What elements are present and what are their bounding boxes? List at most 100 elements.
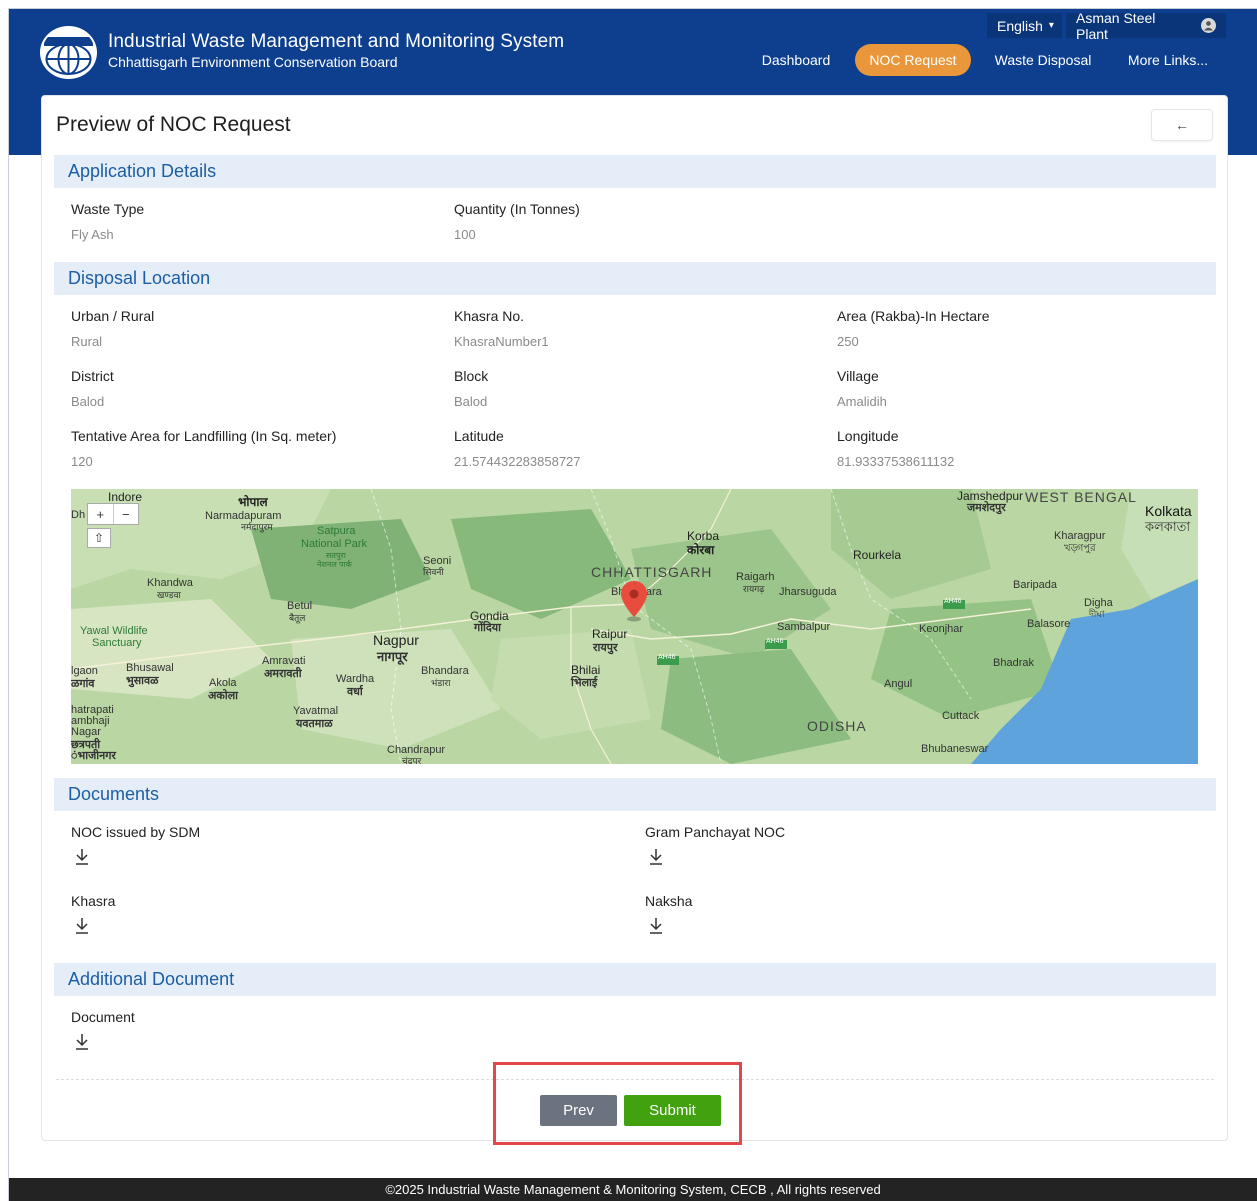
- map-label-gondia-hi: गोंदिया: [474, 622, 501, 634]
- map-label-indore: Indore: [108, 490, 143, 504]
- map-label-ah46-a: AH46: [658, 654, 676, 661]
- map-label-chhattisgarh: CHHATTISGARH: [591, 564, 713, 580]
- section-heading: Additional Document: [68, 969, 235, 989]
- tentative-area-value: 120: [71, 454, 93, 469]
- prev-button[interactable]: Prev: [540, 1095, 617, 1126]
- arrow-left-icon: ←: [1175, 117, 1189, 133]
- map-label-bhusawal-hi: भुसावळ: [126, 675, 159, 687]
- app-title: Industrial Waste Management and Monitori…: [108, 31, 565, 52]
- map-label-jalgaon-hi: ळगांव: [71, 678, 95, 690]
- map-label-satpura: Satpura: [317, 525, 356, 537]
- khasra-value: KhasraNumber1: [454, 334, 549, 349]
- reset-north-button[interactable]: ⇧: [87, 528, 111, 548]
- nav-dashboard[interactable]: Dashboard: [749, 44, 843, 76]
- download-icon[interactable]: [648, 917, 664, 935]
- map-label-rourkela: Rourkela: [853, 548, 902, 562]
- map-label-balasore: Balasore: [1027, 618, 1071, 630]
- map-label-kolkata-bn: কলকাতা: [1145, 519, 1191, 534]
- latitude-label: Latitude: [454, 428, 504, 444]
- map-label-khandwa-hi: खण्डवा: [157, 590, 181, 600]
- khasra-label: Khasra No.: [454, 308, 525, 324]
- map-label-akola-hi: अकोला: [208, 690, 239, 702]
- map-label-bhilai-hi: भिलाई: [571, 677, 598, 689]
- section-heading: Application Details: [68, 161, 217, 181]
- download-icon[interactable]: [74, 917, 90, 935]
- map-label-amravati-hi: अमरावती: [264, 668, 302, 680]
- cecb-logo: [40, 26, 97, 79]
- doc-label-document: Document: [71, 1009, 135, 1025]
- map-label-nagpur: Nagpur: [373, 632, 419, 648]
- zoom-in-button[interactable]: +: [88, 504, 114, 524]
- compass-icon: ⇧: [93, 531, 105, 545]
- map-label-odisha: ODISHA: [807, 718, 867, 734]
- app-subtitle: Chhattisgarh Environment Conservation Bo…: [108, 54, 398, 70]
- section-disposal-location: Disposal Location: [54, 262, 1216, 295]
- map-label-bhubaneswar: Bhubaneswar: [921, 743, 989, 755]
- map-zoom-control: + −: [87, 503, 139, 525]
- map-label-sanctuary: Sanctuary: [92, 637, 142, 649]
- map-label-kharagpur-bn: খড়্গপুর: [1064, 543, 1096, 554]
- map-label-sambhaji5: ंभाजीनगर: [71, 750, 116, 762]
- download-icon[interactable]: [74, 848, 90, 866]
- doc-label-noc-sdm: NOC issued by SDM: [71, 824, 201, 840]
- map-label-yavatmal-hi: यवतमाळ: [296, 718, 333, 730]
- map-label-nagpur-hi: नागपूर: [377, 649, 408, 664]
- map-label-baripada: Baripada: [1013, 579, 1058, 591]
- longitude-value: 81.93337538611132: [837, 454, 955, 469]
- footer-text: ©2025 Industrial Waste Management & Moni…: [385, 1182, 881, 1197]
- zoom-out-button[interactable]: −: [114, 504, 139, 524]
- latitude-value: 21.574432283858727: [454, 454, 581, 469]
- location-map[interactable]: + − ⇧ Indore Dh भोपाल Narmadapuram नर्मद…: [71, 489, 1198, 764]
- footer: ©2025 Industrial Waste Management & Moni…: [9, 1178, 1257, 1201]
- submit-button[interactable]: Submit: [624, 1095, 721, 1126]
- map-label-bhopal: भोपाल: [238, 495, 268, 509]
- district-label: District: [71, 368, 114, 384]
- map-label-sambalpur: Sambalpur: [777, 621, 831, 633]
- nav-more-links[interactable]: More Links...: [1120, 44, 1216, 76]
- doc-label-gram-panchayat: Gram Panchayat NOC: [645, 824, 786, 840]
- map-label-kolkata: Kolkata: [1145, 503, 1192, 519]
- area-value: 250: [837, 334, 859, 349]
- download-icon[interactable]: [74, 1033, 90, 1051]
- map-label-angul: Angul: [884, 678, 913, 690]
- section-heading: Disposal Location: [68, 268, 211, 288]
- map-label-chandrapur-hi: चंद्रपूर: [402, 756, 422, 764]
- user-name: Asman Steel Plant: [1076, 9, 1156, 42]
- map-label-cuttack: Cuttack: [942, 710, 980, 722]
- block-value: Balod: [454, 394, 488, 409]
- section-heading: Documents: [68, 784, 160, 804]
- urban-rural-value: Rural: [71, 334, 103, 349]
- download-icon[interactable]: [648, 848, 664, 866]
- map-label-jamshedpur-hi: जमशेदपुर: [967, 502, 1006, 514]
- section-documents: Documents: [54, 778, 1216, 811]
- map-label-bhadrak: Bhadrak: [993, 657, 1034, 669]
- language-selector[interactable]: English ▾: [987, 13, 1062, 38]
- map-label-national-park-hi: नेशनल पार्क: [317, 560, 352, 569]
- location-pin-icon[interactable]: [620, 580, 648, 622]
- map-label-yawal: Yawal Wildlife: [80, 625, 148, 637]
- chevron-down-icon: ▾: [1048, 20, 1054, 31]
- language-label: English: [997, 17, 1043, 34]
- map-label-national-park: National Park: [301, 538, 368, 550]
- nav-noc-request[interactable]: NOC Request: [855, 44, 971, 76]
- user-avatar-icon: [1201, 18, 1216, 33]
- map-label-narmadapuram-hi: नर्मदापुरम: [241, 522, 273, 532]
- map-label-ah46-c: AH46: [944, 598, 962, 605]
- map-label-seoni-hi: सिवनी: [423, 567, 444, 577]
- block-label: Block: [454, 368, 489, 384]
- map-label-ah46-b: AH46: [766, 638, 784, 645]
- waste-type-label: Waste Type: [71, 201, 145, 217]
- map-label-korba-hi: कोरबा: [687, 543, 715, 557]
- district-value: Balod: [71, 394, 105, 409]
- map-label-bhandara-hi: भंडारा: [431, 678, 451, 688]
- doc-label-naksha: Naksha: [645, 893, 693, 909]
- back-button[interactable]: ←: [1151, 109, 1213, 141]
- area-label: Area (Rakba)-In Hectare: [837, 308, 990, 324]
- map-label-wardha-hi: वर्धा: [347, 686, 363, 698]
- nav-waste-disposal[interactable]: Waste Disposal: [983, 44, 1103, 76]
- urban-rural-label: Urban / Rural: [71, 308, 155, 324]
- map-label-raigarh-hi: रायगढ़: [743, 584, 765, 594]
- user-menu[interactable]: Asman Steel Plant: [1066, 10, 1226, 42]
- longitude-label: Longitude: [837, 428, 899, 444]
- page-title: Preview of NOC Request: [56, 113, 291, 136]
